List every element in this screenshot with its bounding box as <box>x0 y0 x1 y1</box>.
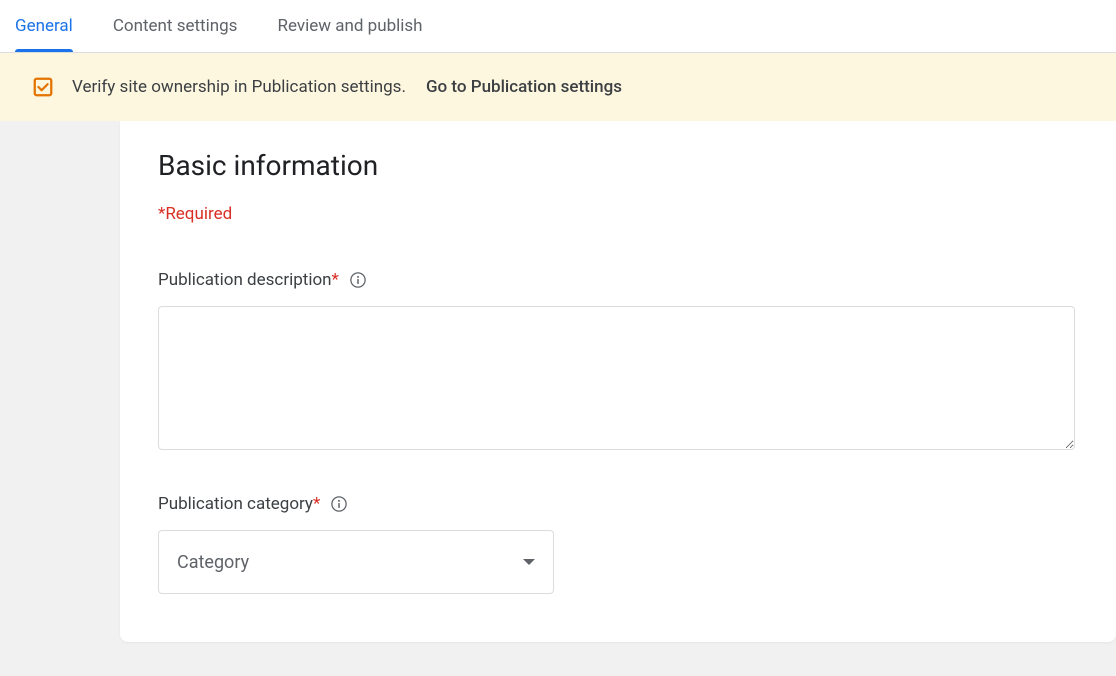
required-note: *Required <box>158 204 1078 224</box>
tab-content-settings[interactable]: Content settings <box>113 0 238 52</box>
description-textarea[interactable] <box>158 306 1075 450</box>
required-asterisk: * <box>313 494 320 514</box>
content-area: Basic information *Required Publication … <box>0 121 1116 676</box>
tab-general[interactable]: General <box>15 0 73 52</box>
banner-link[interactable]: Go to Publication settings <box>426 77 622 97</box>
basic-info-card: Basic information *Required Publication … <box>120 121 1116 642</box>
tab-content-settings-label: Content settings <box>113 16 238 36</box>
category-select[interactable]: Category <box>158 530 554 594</box>
tab-general-label: General <box>15 16 73 36</box>
category-placeholder: Category <box>177 552 249 573</box>
description-field-group: Publication description* <box>158 270 1078 454</box>
description-label: Publication description* <box>158 270 1078 290</box>
category-field-group: Publication category* Category <box>158 494 1078 594</box>
description-label-text: Publication description <box>158 270 332 290</box>
category-label: Publication category* <box>158 494 1078 514</box>
verify-banner: Verify site ownership in Publication set… <box>0 53 1116 121</box>
tab-review-publish-label: Review and publish <box>277 16 422 36</box>
tab-review-publish[interactable]: Review and publish <box>277 0 422 52</box>
chevron-down-icon <box>523 559 535 565</box>
required-asterisk: * <box>332 270 339 290</box>
banner-text: Verify site ownership in Publication set… <box>72 77 406 97</box>
info-icon[interactable] <box>349 271 367 289</box>
tabs-bar: General Content settings Review and publ… <box>0 0 1116 53</box>
checkbox-icon <box>32 76 54 98</box>
category-label-text: Publication category <box>158 494 313 514</box>
card-title: Basic information <box>158 149 1078 182</box>
info-icon[interactable] <box>330 495 348 513</box>
